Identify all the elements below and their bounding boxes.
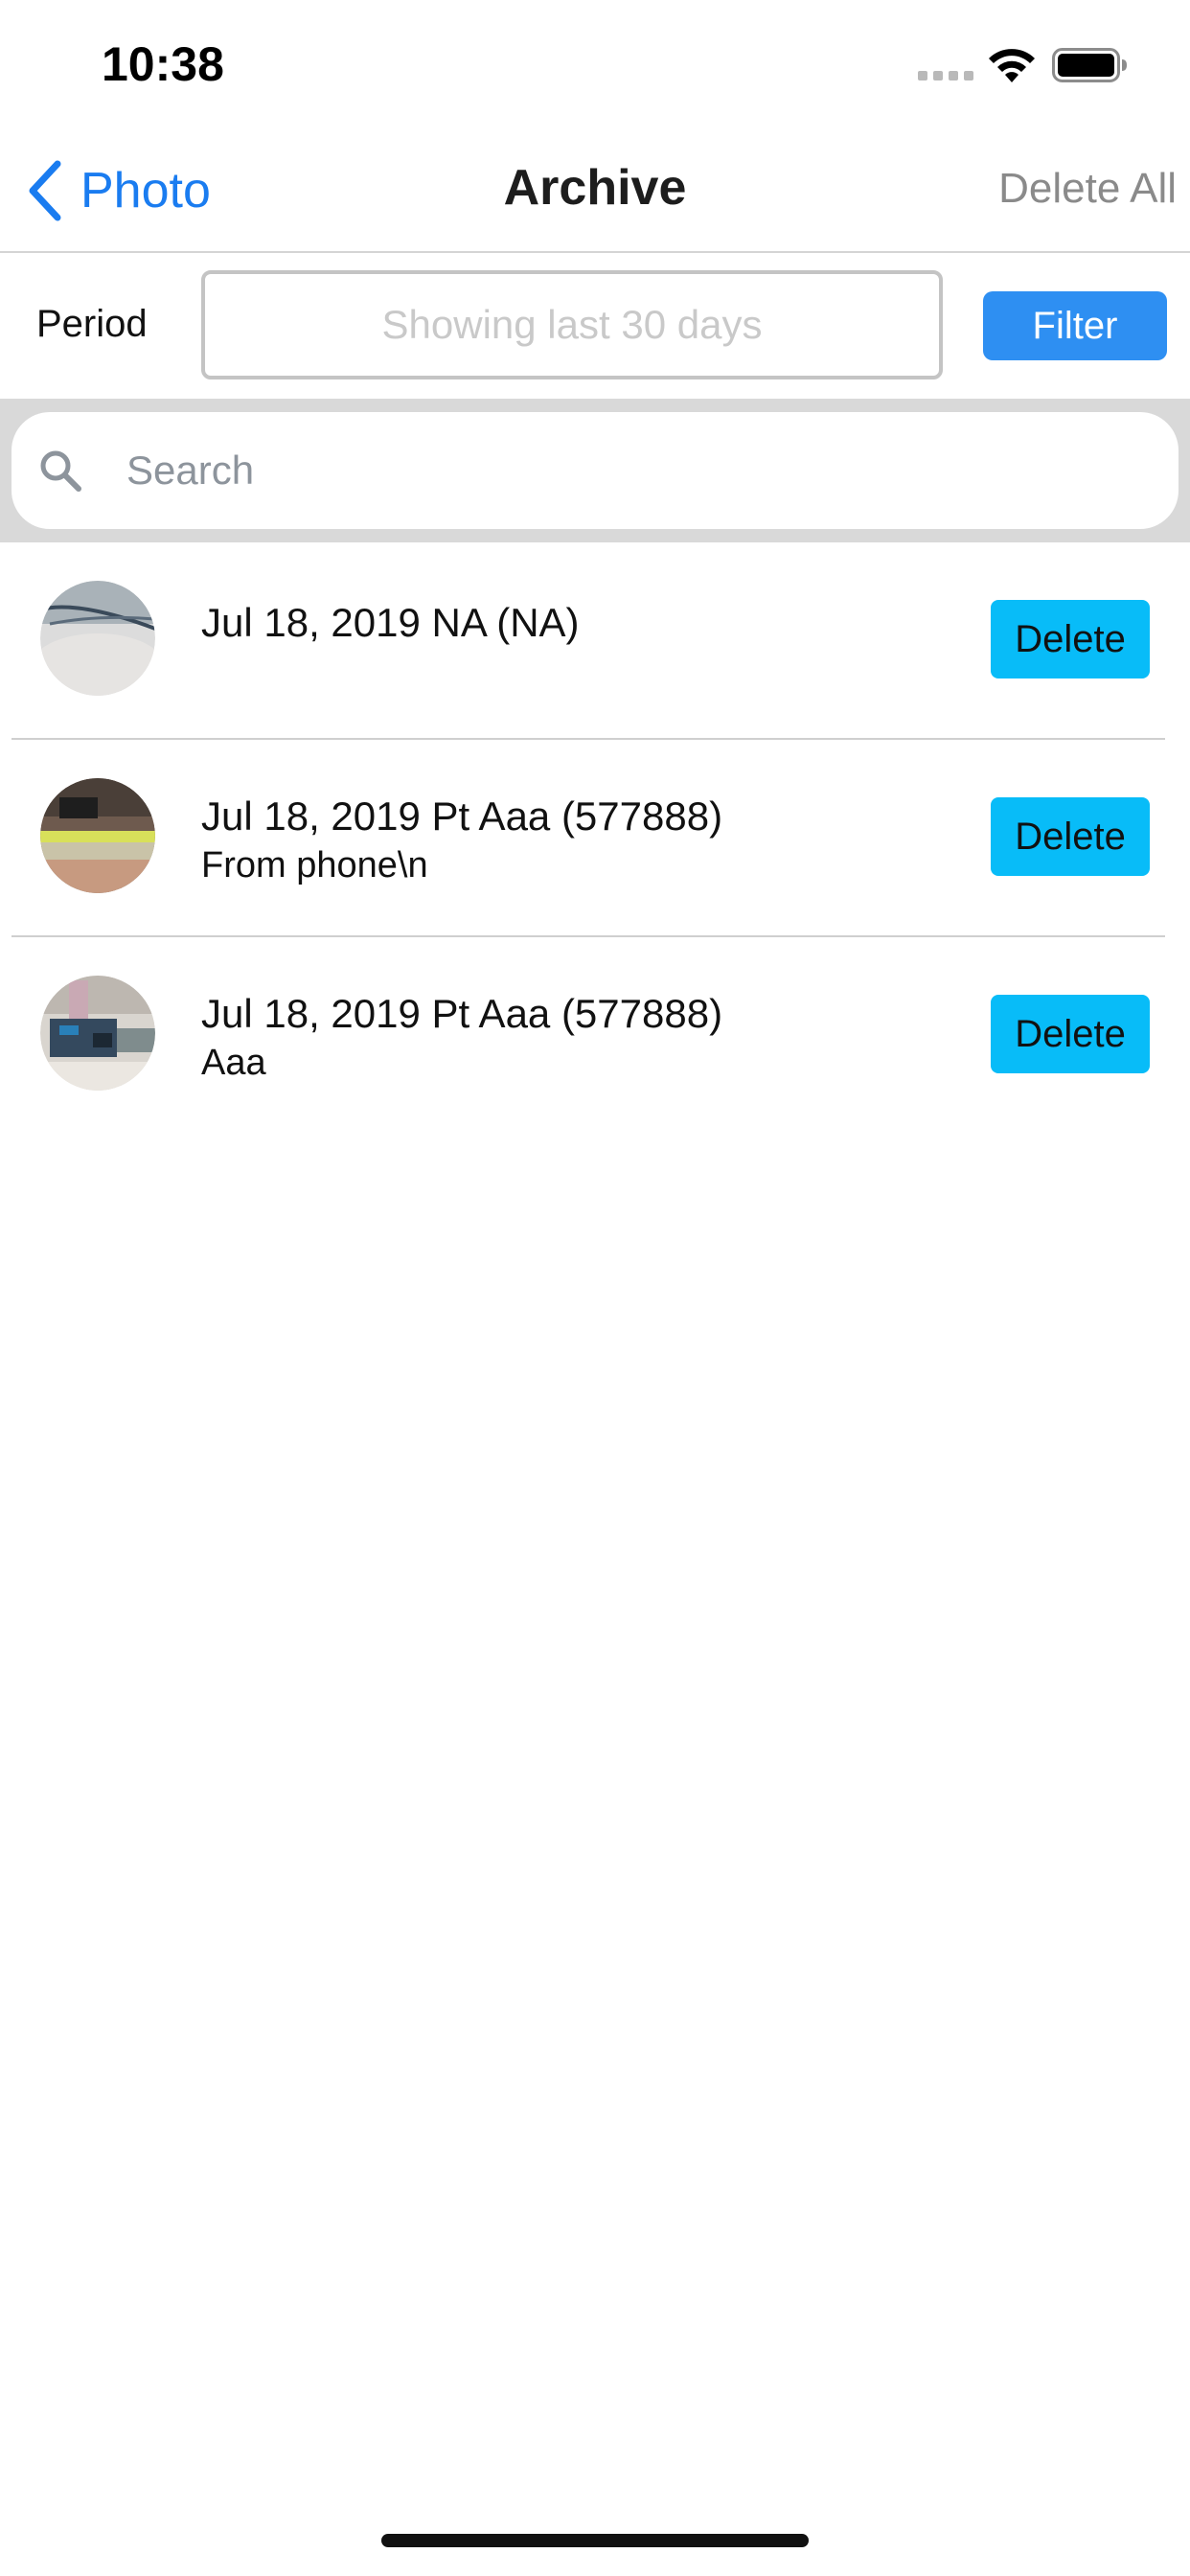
signal-dots-icon [918, 71, 973, 82]
battery-icon [1052, 48, 1127, 82]
photo-thumbnail[interactable] [40, 778, 155, 893]
search-bar [0, 399, 1190, 542]
filter-button[interactable]: Filter [983, 291, 1167, 360]
status-bar: 10:38 [0, 0, 1190, 126]
list-item[interactable]: Jul 18, 2019 NA (NA) Delete [0, 542, 1190, 740]
wifi-icon [989, 49, 1035, 82]
delete-button[interactable]: Delete [991, 995, 1150, 1073]
item-title: Jul 18, 2019 NA (NA) [201, 600, 580, 645]
search-icon [40, 450, 81, 492]
navigation-bar: Photo Archive Delete All [0, 126, 1190, 253]
delete-button[interactable]: Delete [991, 600, 1150, 678]
period-field[interactable]: Showing last 30 days [201, 270, 943, 380]
list-item[interactable]: Jul 18, 2019 Pt Aaa (577888) Aaa Delete [0, 937, 1190, 1135]
item-title: Jul 18, 2019 Pt Aaa (577888) [201, 794, 723, 839]
archive-screen: 10:38 Photo Archive Delete All Period Sh… [0, 0, 1190, 2576]
delete-button[interactable]: Delete [991, 797, 1150, 876]
search-box[interactable] [11, 412, 1179, 529]
search-input[interactable] [126, 441, 1142, 500]
home-indicator [381, 2534, 809, 2547]
archive-list: Jul 18, 2019 NA (NA) Delete Jul 18, 2019… [0, 542, 1190, 1135]
item-title: Jul 18, 2019 Pt Aaa (577888) [201, 991, 723, 1036]
photo-thumbnail[interactable] [40, 976, 155, 1091]
list-item[interactable]: Jul 18, 2019 Pt Aaa (577888) From phone\… [0, 740, 1190, 937]
photo-thumbnail[interactable] [40, 581, 155, 696]
status-time: 10:38 [102, 37, 224, 91]
item-subtitle: Aaa [201, 1043, 266, 1083]
period-filter-row: Period Showing last 30 days Filter [0, 255, 1190, 399]
item-subtitle: From phone\n [201, 845, 428, 886]
period-label: Period [36, 303, 148, 345]
delete-all-button[interactable]: Delete All [998, 165, 1177, 213]
